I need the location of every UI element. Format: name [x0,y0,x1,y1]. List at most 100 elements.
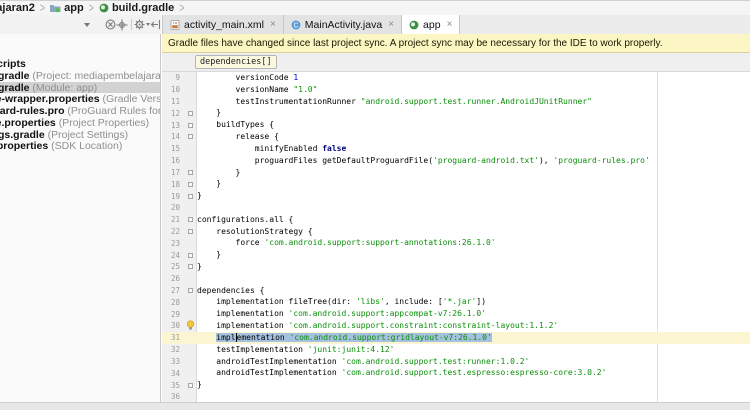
code-line[interactable]: 28 implementation fileTree(dir: 'libs', … [162,296,750,308]
code-line[interactable]: 23 force 'com.android.support:support-an… [162,237,750,249]
line-number: 35 [162,381,183,390]
code-line[interactable]: 31 implementation 'com.android.support:g… [162,332,750,344]
hide-panel-icon[interactable] [150,18,161,32]
code-line[interactable]: 13 buildTypes { [162,119,750,131]
code-text: versionCode 1 [197,72,750,84]
fold-marker[interactable] [183,229,197,234]
fold-marker[interactable] [183,123,197,128]
code-line[interactable]: 11 testInstrumentationRunner "android.su… [162,96,750,108]
code-text: androidTestImplementation 'com.android.s… [197,367,750,379]
intention-bulb-icon[interactable] [183,320,197,331]
editor-tab-strip: activity_main.xml × C MainActivity.java … [162,15,750,34]
code-line[interactable]: 17 } [162,167,750,179]
code-line[interactable]: 32 testImplementation 'junit:junit:4.12' [162,344,750,356]
code-line[interactable]: 22 resolutionStrategy { [162,226,750,238]
tree-item[interactable]: build.gradle (Project: mediapembelajaran… [0,70,160,82]
code-text: buildTypes { [197,119,750,131]
breadcrumb-file-label: build.gradle [112,2,174,14]
line-number: 26 [162,274,183,283]
code-text: minifyEnabled false [197,143,750,155]
code-line[interactable]: 20 [162,202,750,214]
line-number: 33 [162,357,183,366]
tree-item[interactable]: build.gradle (Module: app) [0,82,160,94]
breadcrumb-app[interactable]: app [50,2,84,14]
tree-item[interactable]: local.properties (SDK Location) [0,141,160,153]
fold-marker[interactable] [183,182,197,187]
code-text: proguardFiles getDefaultProguardFile('pr… [197,155,750,167]
fold-marker[interactable] [183,253,197,258]
code-line[interactable]: 15 minifyEnabled false [162,143,750,155]
fold-marker[interactable] [183,111,197,116]
tree-item[interactable]: Gradle Scripts [0,58,160,70]
code-line[interactable]: 26 [162,273,750,285]
tree-item-name: settings.gradle [0,129,45,141]
fold-marker[interactable] [183,217,197,222]
tree-item-name: build.gradle [0,70,30,82]
code-editor[interactable]: 9 versionCode 110 versionName "1.0"11 te… [162,72,750,402]
code-line[interactable]: 21configurations.all { [162,214,750,226]
code-text: implementation fileTree(dir: 'libs', inc… [197,296,750,308]
line-number: 11 [162,97,183,106]
close-icon[interactable]: × [447,19,453,30]
code-text: } [197,379,750,391]
code-line[interactable]: 29 implementation 'com.android.support:a… [162,308,750,320]
status-bar-strip [0,402,750,410]
code-text: versionName "1.0" [197,84,750,96]
code-line[interactable]: 10 versionName "1.0" [162,84,750,96]
code-line[interactable]: 25} [162,261,750,273]
code-line[interactable]: 27dependencies { [162,285,750,297]
code-text: implementation 'com.android.support.cons… [197,320,750,332]
code-line[interactable]: 34 androidTestImplementation 'com.androi… [162,367,750,379]
line-number: 9 [162,73,183,82]
tab-app-gradle[interactable]: app × [402,15,460,34]
code-text: resolutionStrategy { [197,226,750,238]
code-line[interactable]: 19} [162,190,750,202]
breadcrumb-project-label: mediapembelajaran2 [0,2,35,14]
line-number: 12 [162,109,183,118]
code-line[interactable]: 16 proguardFiles getDefaultProguardFile(… [162,155,750,167]
tree-item-name: gradle-wrapper.properties [0,93,100,105]
tree-item[interactable]: proguard-rules.pro (ProGuard Rules for a… [0,105,160,117]
breadcrumb-file[interactable]: build.gradle [99,2,174,14]
view-options-dropdown[interactable] [84,18,91,32]
fold-marker[interactable] [183,383,197,388]
line-number: 20 [162,203,183,212]
code-line[interactable]: 14 release { [162,131,750,143]
code-line[interactable]: 35} [162,379,750,391]
code-line[interactable]: 18 } [162,178,750,190]
line-number: 36 [162,392,183,401]
line-number: 29 [162,310,183,319]
line-number: 15 [162,144,183,153]
code-line[interactable]: 36 [162,391,750,402]
tab-activity-main-xml[interactable]: activity_main.xml × [162,15,284,34]
tree-item-note: (Project Properties) [56,117,149,129]
svg-text:C: C [293,22,298,29]
fold-marker[interactable] [183,170,197,175]
tree-item[interactable]: settings.gradle (Project Settings) [0,129,160,141]
close-icon[interactable]: × [388,19,394,30]
gradle-sync-banner-text: Gradle files have changed since last pro… [168,38,663,49]
code-line[interactable]: 12 } [162,107,750,119]
tab-mainactivity-java[interactable]: C MainActivity.java × [284,15,402,34]
tree-item[interactable]: gradle.properties (Project Properties) [0,117,160,129]
tree-item[interactable]: gradle-wrapper.properties (Gradle Versio… [0,93,160,105]
tree-item-name: proguard-rules.pro [0,105,65,117]
line-number: 25 [162,262,183,271]
code-line[interactable]: 30 implementation 'com.android.support.c… [162,320,750,332]
fold-marker[interactable] [183,288,197,293]
breadcrumb-project[interactable]: mediapembelajaran2 [0,2,35,14]
locate-file-icon[interactable] [116,18,128,32]
settings-gear-icon[interactable] [134,18,150,32]
tab-label: activity_main.xml [184,19,264,31]
tree-item-note: (Gradle Version) [100,93,161,105]
code-text: force 'com.android.support:support-annot… [197,237,750,249]
code-line[interactable]: 24 } [162,249,750,261]
fold-marker[interactable] [183,264,197,269]
code-line[interactable]: 9 versionCode 1 [162,72,750,84]
fold-marker[interactable] [183,194,197,199]
line-number: 32 [162,345,183,354]
close-icon[interactable]: × [270,19,276,30]
code-line[interactable]: 33 androidTestImplementation 'com.androi… [162,356,750,368]
fold-marker[interactable] [183,134,197,139]
collapse-all-icon[interactable] [105,18,116,32]
